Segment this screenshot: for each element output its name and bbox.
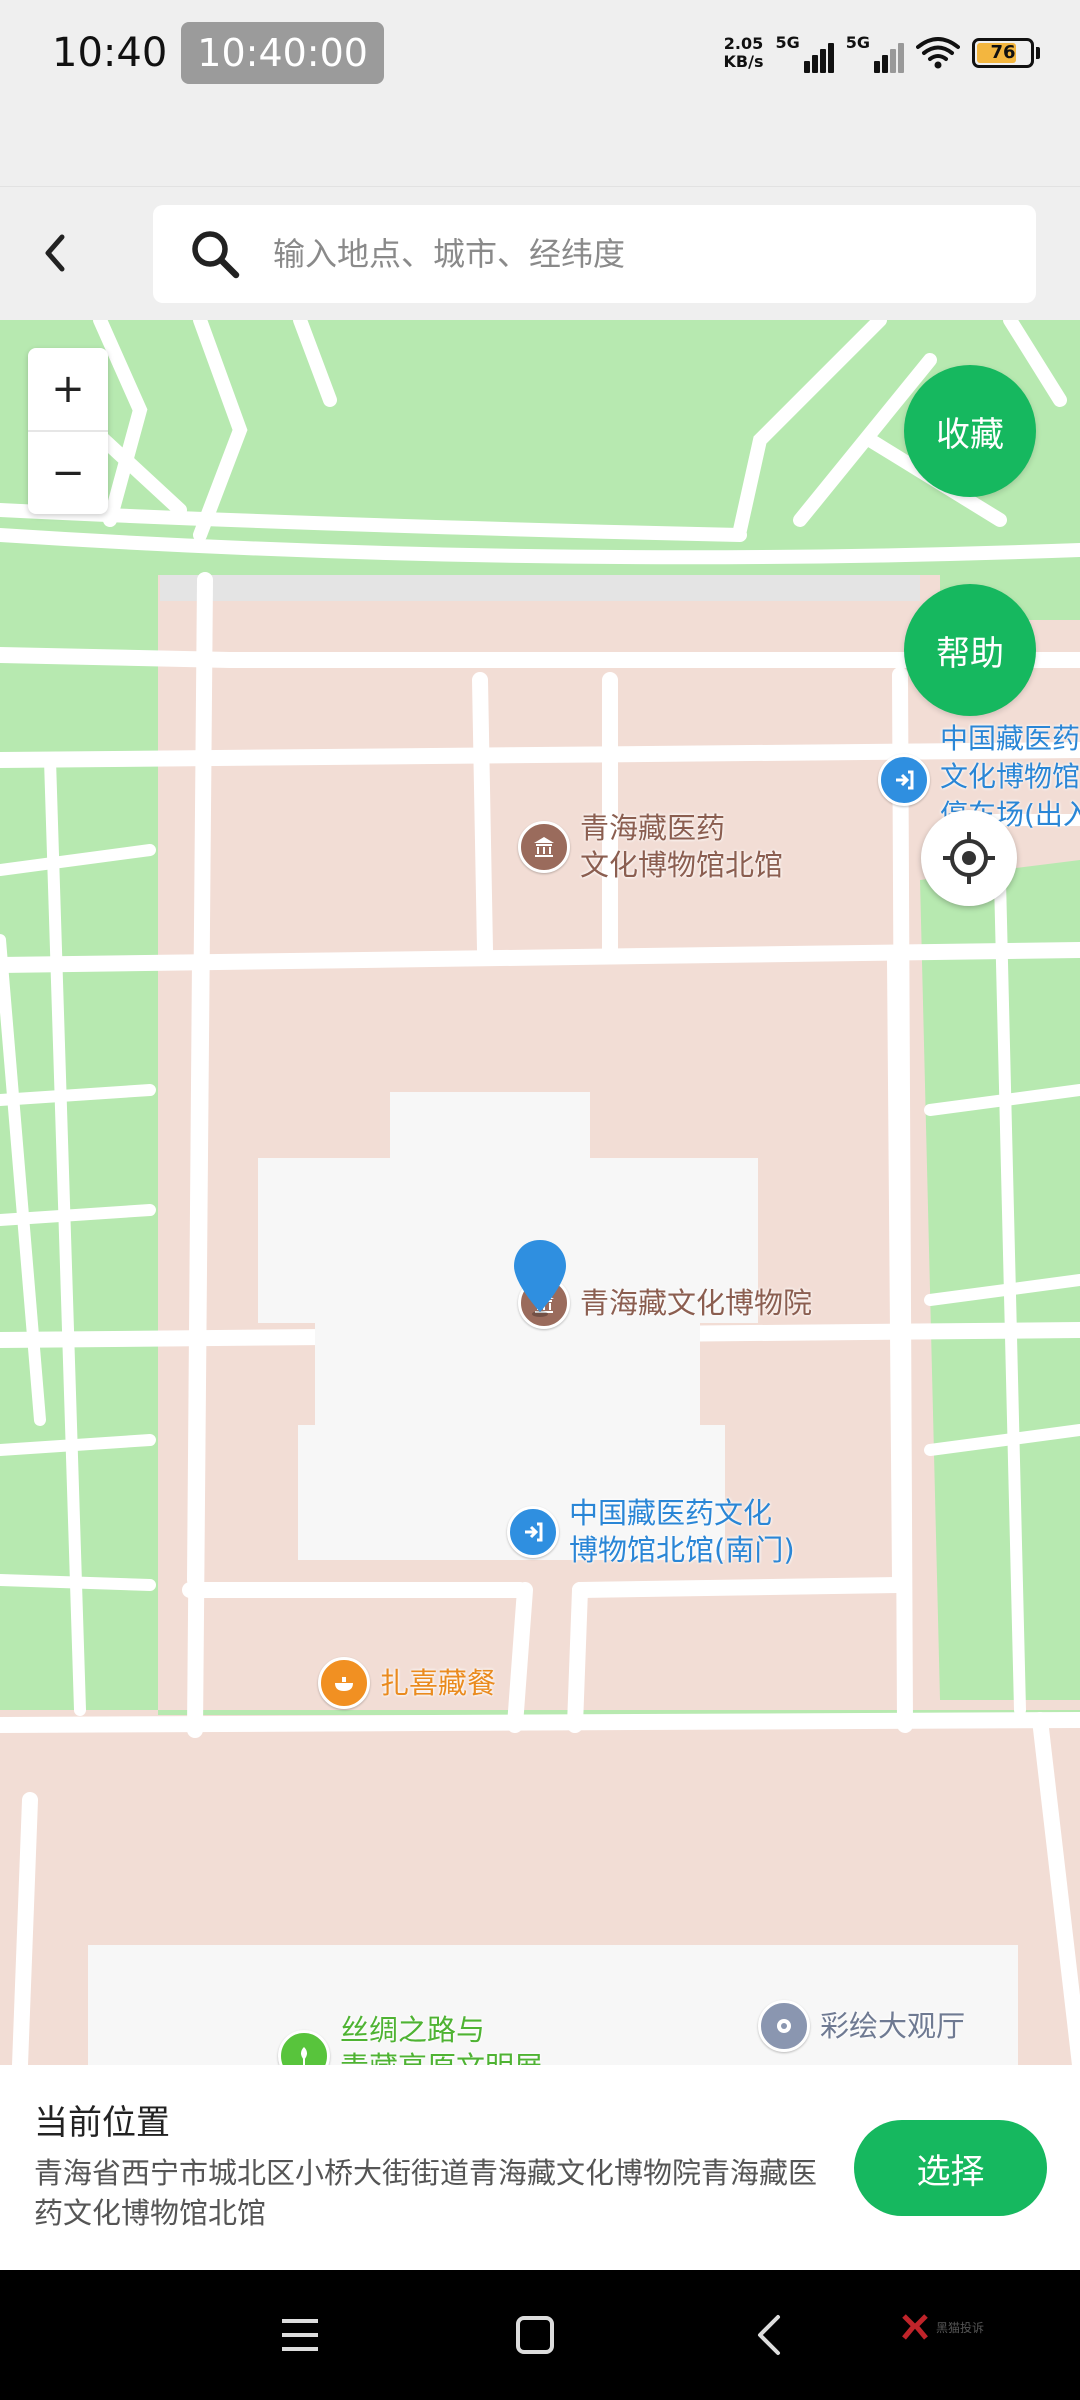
poi-silk-road-exhibit[interactable]: 丝绸之路与 青藏高原文明展 <box>278 2012 543 2065</box>
time-chip: 10:40:00 <box>181 21 384 84</box>
system-nav-bar: 黑猫投诉 <box>0 2270 1080 2400</box>
poi-restaurant[interactable]: 扎喜藏餐 <box>318 1657 496 1709</box>
hall-icon <box>758 2000 810 2052</box>
entrance-icon <box>878 754 930 806</box>
poi-label-line: 青海藏医药 <box>580 811 726 845</box>
signal-2-icon: 5G <box>846 33 904 73</box>
poi-label-line: 中国藏医药 <box>940 722 1080 755</box>
poi-painting-hall[interactable]: 彩绘大观厅 <box>758 2000 965 2052</box>
select-button[interactable]: 选择 <box>854 2120 1047 2216</box>
location-pin-icon <box>514 1240 566 1317</box>
home-icon <box>516 2316 554 2354</box>
watermark: 黑猫投诉 <box>900 2312 984 2342</box>
network-speed-unit: KB/s <box>723 51 764 71</box>
poi-label: 中国藏医药文化 博物馆北馆(南门) <box>569 1495 795 1569</box>
poi-label: 彩绘大观厅 <box>820 2008 965 2045</box>
battery-tip <box>1036 46 1040 59</box>
network-speed-value: 2.05 <box>723 33 764 53</box>
back-button[interactable] <box>30 223 80 283</box>
search-input[interactable] <box>271 234 915 274</box>
poi-label: 丝绸之路与 青藏高原文明展 <box>340 2012 543 2065</box>
search-box[interactable] <box>153 205 1036 303</box>
poi-label-line: 文化博物馆 <box>940 760 1080 793</box>
zoom-control: + − <box>28 348 108 514</box>
map-canvas <box>0 320 1080 2065</box>
poi-label: 扎喜藏餐 <box>380 1665 496 1702</box>
help-button[interactable]: 帮助 <box>904 584 1036 716</box>
battery-level: 76 <box>990 41 1016 63</box>
app-header <box>0 186 1080 321</box>
wifi-icon <box>916 36 960 68</box>
museum-icon <box>518 821 570 873</box>
watermark-text: 黑猫投诉 <box>936 2320 985 2335</box>
chevron-left-icon <box>45 234 65 272</box>
network-speed: 2.05 KB/s <box>723 33 764 71</box>
panel-title: 当前位置 <box>34 2103 170 2143</box>
poi-label-line: 中国藏医药文化 <box>569 1496 773 1530</box>
poi-museum-north[interactable]: 青海藏医药 文化博物馆北馆 <box>518 810 783 884</box>
cat-logo-icon <box>902 2314 928 2340</box>
nav-back-button[interactable] <box>740 2305 800 2365</box>
poi-label: 青海藏医药 文化博物馆北馆 <box>580 810 783 884</box>
poi-label-line: 彩绘大观厅 <box>820 2008 966 2043</box>
poi-label: 青海藏文化博物院 <box>580 1285 812 1322</box>
poi-label-line: 扎喜藏餐 <box>380 1665 497 1700</box>
park-icon <box>278 2030 330 2065</box>
nav-home-button[interactable] <box>505 2305 565 2365</box>
zoom-out-button[interactable]: − <box>28 432 108 514</box>
signal-2-label: 5G <box>845 32 870 52</box>
signal-1-icon: 5G <box>775 32 834 73</box>
poi-label-line: 青藏高原文明展 <box>340 2049 543 2065</box>
status-icons: 2.05 KB/s 5G 5G 76 <box>723 32 1040 73</box>
screen: 10:40 10:40:00 2.05 KB/s 5G 5G 76 输入地点、城… <box>0 0 1080 2400</box>
panel-address: 青海省西宁市城北区小桥大街街道青海藏文化博物院青海藏医药文化博物馆北馆 <box>34 2156 818 2230</box>
signal-1-label: 5G <box>775 32 800 52</box>
locate-button[interactable] <box>921 810 1017 906</box>
poi-label-line: 博物馆北馆(南门) <box>569 1533 795 1567</box>
poi-label-line: 丝绸之路与 <box>340 2013 486 2047</box>
back-icon <box>758 2315 780 2355</box>
poi-south-gate[interactable]: 中国藏医药文化 博物馆北馆(南门) <box>507 1495 795 1569</box>
poi-label-line: 文化博物馆北馆 <box>580 848 784 882</box>
current-location-panel: 当前位置 青海省西宁市城北区小桥大街街道青海藏文化博物院青海藏医药文化博物馆北馆… <box>0 2065 1080 2270</box>
map-view[interactable]: 青海藏医药 文化博物馆北馆 中国藏医药 文化博物馆 停车场(出入 青海藏文化博物… <box>0 320 1080 2065</box>
status-bar: 10:40 10:40:00 2.05 KB/s 5G 5G 76 <box>0 0 1080 105</box>
poi-label-line: 青海藏文化博物院 <box>580 1285 813 1320</box>
favorite-button[interactable]: 收藏 <box>904 365 1036 497</box>
battery-icon: 76 <box>972 37 1034 68</box>
search-icon <box>192 231 240 279</box>
menu-icon <box>282 2319 318 2351</box>
restaurant-icon <box>318 1657 370 1709</box>
entrance-icon <box>507 1506 559 1558</box>
crosshair-icon <box>943 832 995 884</box>
zoom-in-button[interactable]: + <box>28 348 108 430</box>
nav-menu-button[interactable] <box>270 2305 330 2365</box>
status-time: 10:40 <box>52 29 168 76</box>
